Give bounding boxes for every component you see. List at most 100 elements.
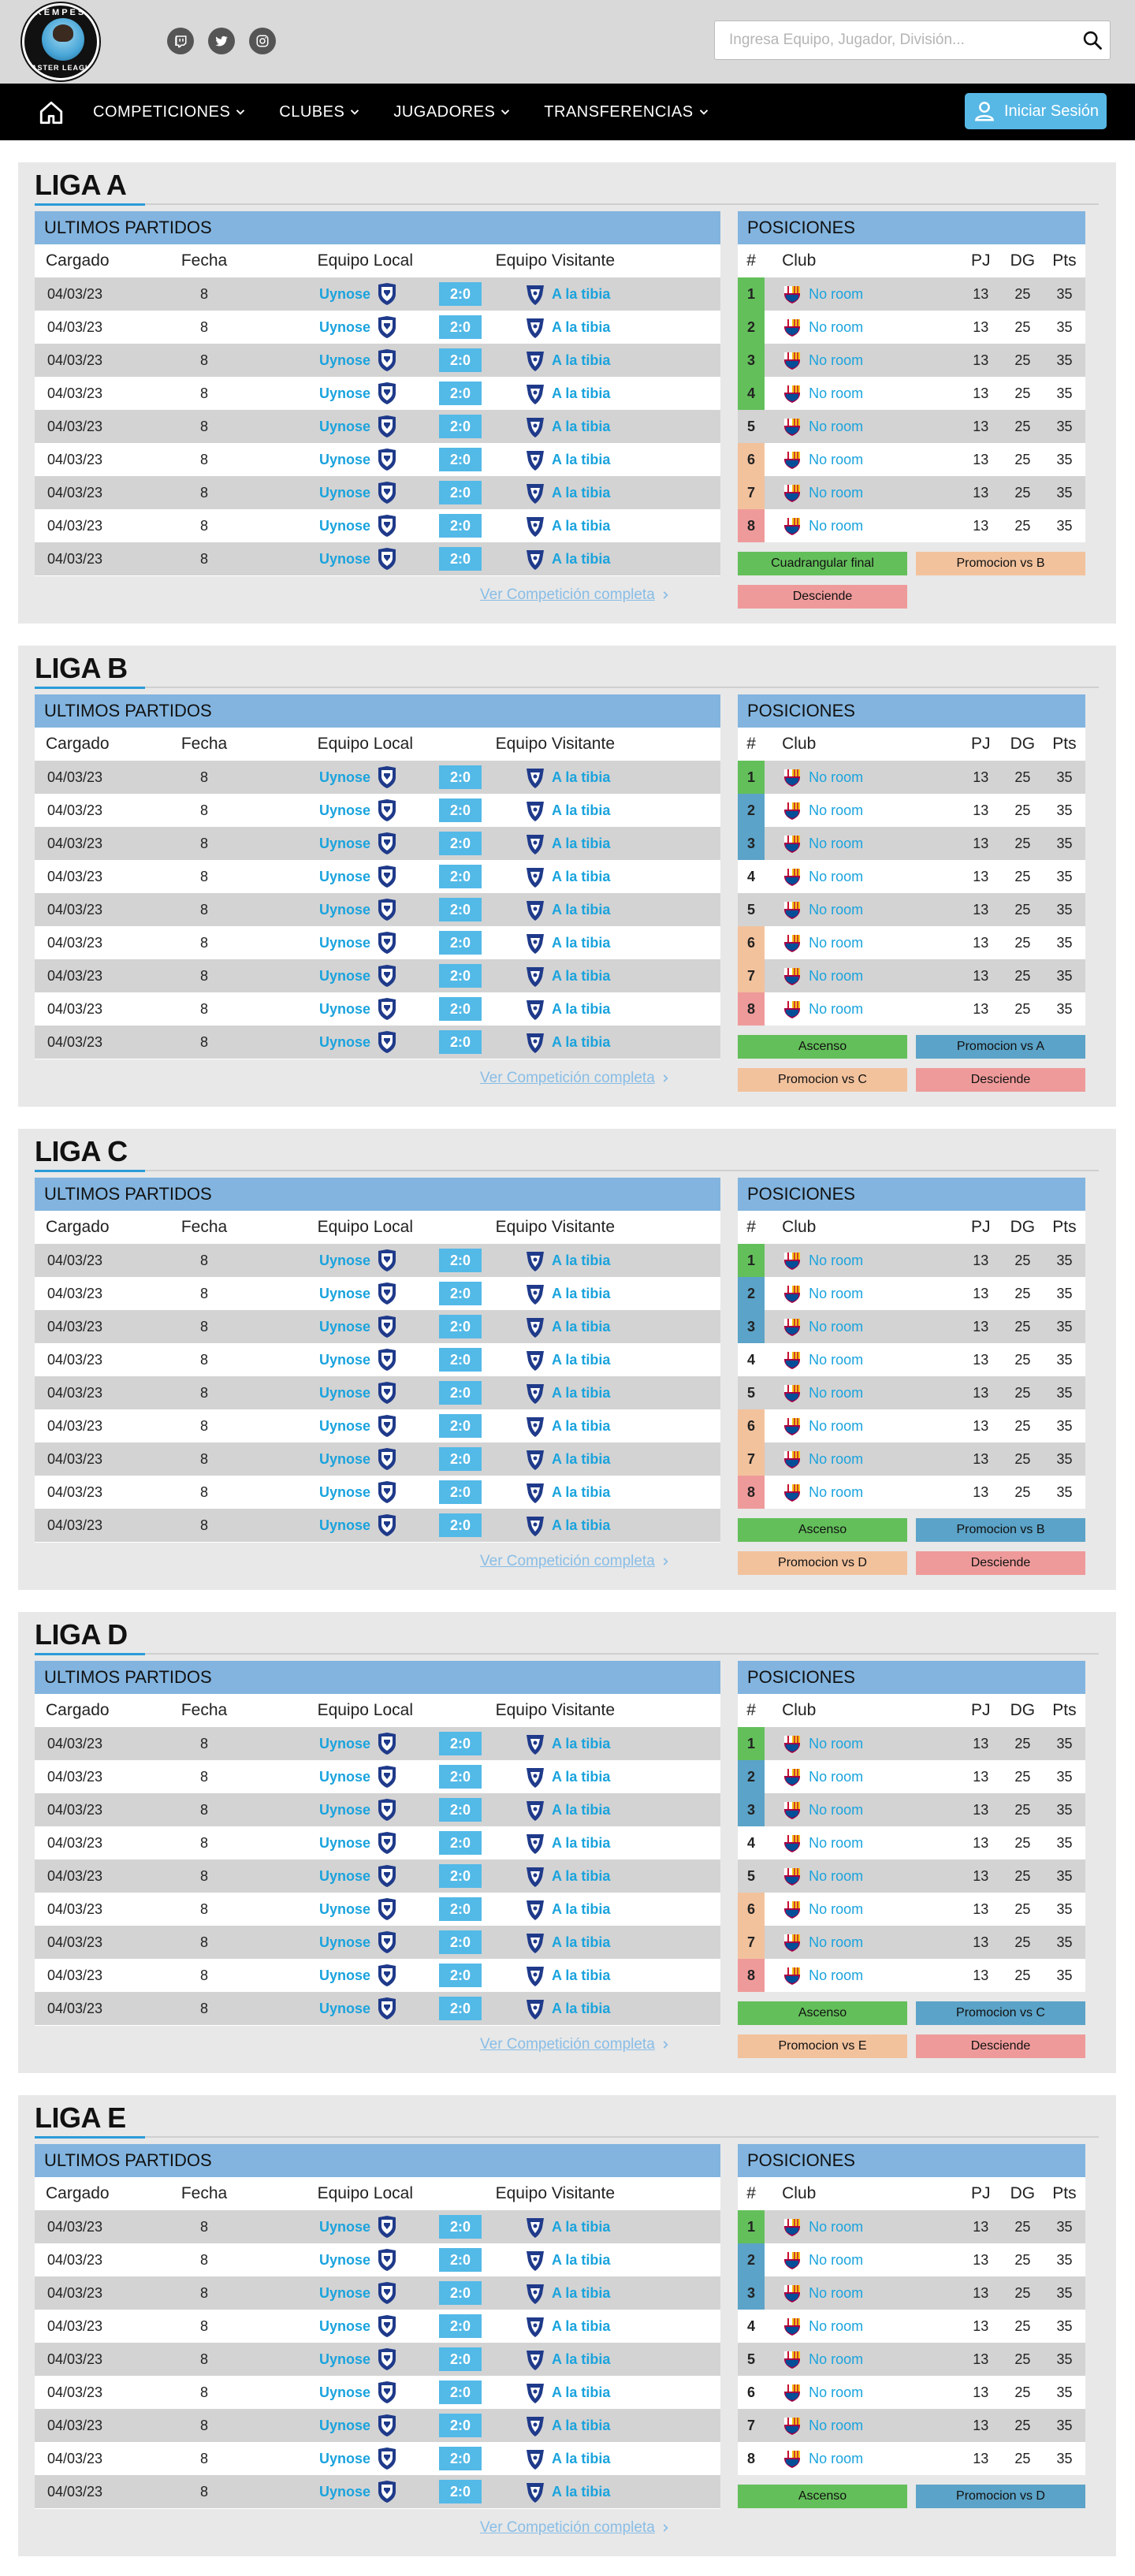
away-team[interactable]: A la tibia <box>523 1513 720 1537</box>
twitter-icon[interactable] <box>208 28 235 54</box>
match-row[interactable]: 04/03/23 8 Uynose 2:0 A la tibia <box>35 1476 720 1509</box>
club-cell[interactable]: No room <box>765 899 960 920</box>
standing-row[interactable]: 7 No room 13 25 35 <box>738 2409 1085 2442</box>
club-cell[interactable]: No room <box>765 1866 960 1886</box>
standing-row[interactable]: 8 No room 13 25 35 <box>738 992 1085 1026</box>
away-team[interactable]: A la tibia <box>523 2447 720 2470</box>
standing-row[interactable]: 4 No room 13 25 35 <box>738 860 1085 893</box>
match-score[interactable]: 2:0 <box>439 2480 482 2503</box>
match-score[interactable]: 2:0 <box>439 2314 482 2338</box>
club-cell[interactable]: No room <box>765 767 960 787</box>
club-cell[interactable]: No room <box>765 1766 960 1787</box>
away-team[interactable]: A la tibia <box>523 832 720 855</box>
match-score[interactable]: 2:0 <box>439 1414 482 1438</box>
standing-row[interactable]: 4 No room 13 25 35 <box>738 1826 1085 1859</box>
home-team[interactable]: Uynose <box>240 1964 397 1987</box>
standing-row[interactable]: 1 No room 13 25 35 <box>738 761 1085 794</box>
standing-row[interactable]: 2 No room 13 25 35 <box>738 311 1085 344</box>
match-row[interactable]: 04/03/23 8 Uynose 2:0 A la tibia <box>35 2409 720 2442</box>
match-score[interactable]: 2:0 <box>439 898 482 921</box>
match-row[interactable]: 04/03/23 8 Uynose 2:0 A la tibia <box>35 1992 720 2025</box>
match-score[interactable]: 2:0 <box>439 1997 482 2020</box>
match-row[interactable]: 04/03/23 8 Uynose 2:0 A la tibia <box>35 311 720 344</box>
home-team[interactable]: Uynose <box>240 1348 397 1372</box>
club-cell[interactable]: No room <box>765 999 960 1019</box>
standing-row[interactable]: 6 No room 13 25 35 <box>738 2376 1085 2409</box>
match-score[interactable]: 2:0 <box>439 514 482 538</box>
match-score[interactable]: 2:0 <box>439 1732 482 1755</box>
away-team[interactable]: A la tibia <box>523 1030 720 1054</box>
standing-row[interactable]: 3 No room 13 25 35 <box>738 2276 1085 2310</box>
match-row[interactable]: 04/03/23 8 Uynose 2:0 A la tibia <box>35 1826 720 1859</box>
match-row[interactable]: 04/03/23 8 Uynose 2:0 A la tibia <box>35 992 720 1026</box>
standing-row[interactable]: 5 No room 13 25 35 <box>738 1376 1085 1409</box>
home-team[interactable]: Uynose <box>240 1030 397 1054</box>
match-row[interactable]: 04/03/23 8 Uynose 2:0 A la tibia <box>35 827 720 860</box>
standing-row[interactable]: 7 No room 13 25 35 <box>738 959 1085 992</box>
away-team[interactable]: A la tibia <box>523 2347 720 2371</box>
match-row[interactable]: 04/03/23 8 Uynose 2:0 A la tibia <box>35 2210 720 2243</box>
away-team[interactable]: A la tibia <box>523 2314 720 2338</box>
match-row[interactable]: 04/03/23 8 Uynose 2:0 A la tibia <box>35 2343 720 2376</box>
nav-item-clubes[interactable]: CLUBES <box>279 103 362 121</box>
standing-row[interactable]: 1 No room 13 25 35 <box>738 1727 1085 1760</box>
match-row[interactable]: 04/03/23 8 Uynose 2:0 A la tibia <box>35 1727 720 1760</box>
see-full-competition-link[interactable]: Ver Competición completa <box>480 2036 671 2053</box>
home-team[interactable]: Uynose <box>240 1315 397 1338</box>
match-score[interactable]: 2:0 <box>439 2381 482 2404</box>
away-team[interactable]: A la tibia <box>523 1381 720 1405</box>
away-team[interactable]: A la tibia <box>523 1897 720 1921</box>
login-button[interactable]: Iniciar Sesión <box>965 93 1107 129</box>
away-team[interactable]: A la tibia <box>523 282 720 306</box>
standing-row[interactable]: 6 No room 13 25 35 <box>738 443 1085 476</box>
standing-row[interactable]: 1 No room 13 25 35 <box>738 277 1085 311</box>
away-team[interactable]: A la tibia <box>523 1348 720 1372</box>
match-score[interactable]: 2:0 <box>439 865 482 888</box>
home-team[interactable]: Uynose <box>240 1282 397 1305</box>
standing-row[interactable]: 6 No room 13 25 35 <box>738 926 1085 959</box>
match-row[interactable]: 04/03/23 8 Uynose 2:0 A la tibia <box>35 1509 720 1542</box>
home-team[interactable]: Uynose <box>240 2314 397 2338</box>
club-cell[interactable]: No room <box>765 383 960 404</box>
home-team[interactable]: Uynose <box>240 1930 397 1954</box>
club-cell[interactable]: No room <box>765 2250 960 2270</box>
away-team[interactable]: A la tibia <box>523 1964 720 1987</box>
match-row[interactable]: 04/03/23 8 Uynose 2:0 A la tibia <box>35 1343 720 1376</box>
club-cell[interactable]: No room <box>765 800 960 821</box>
away-team[interactable]: A la tibia <box>523 1447 720 1471</box>
standing-row[interactable]: 8 No room 13 25 35 <box>738 509 1085 542</box>
club-cell[interactable]: No room <box>765 1833 960 1853</box>
match-row[interactable]: 04/03/23 8 Uynose 2:0 A la tibia <box>35 1793 720 1826</box>
match-score[interactable]: 2:0 <box>439 481 482 504</box>
see-full-competition-link[interactable]: Ver Competición completa <box>480 1070 671 1087</box>
standing-row[interactable]: 1 No room 13 25 35 <box>738 2210 1085 2243</box>
match-row[interactable]: 04/03/23 8 Uynose 2:0 A la tibia <box>35 761 720 794</box>
away-team[interactable]: A la tibia <box>523 382 720 405</box>
home-team[interactable]: Uynose <box>240 931 397 955</box>
home-team[interactable]: Uynose <box>240 1864 397 1888</box>
club-cell[interactable]: No room <box>765 284 960 304</box>
away-team[interactable]: A la tibia <box>523 1414 720 1438</box>
home-team[interactable]: Uynose <box>240 2347 397 2371</box>
home-team[interactable]: Uynose <box>240 1381 397 1405</box>
away-team[interactable]: A la tibia <box>523 1864 720 1888</box>
match-score[interactable]: 2:0 <box>439 1964 482 1987</box>
match-row[interactable]: 04/03/23 8 Uynose 2:0 A la tibia <box>35 277 720 311</box>
home-team[interactable]: Uynose <box>240 1897 397 1921</box>
standing-row[interactable]: 3 No room 13 25 35 <box>738 344 1085 377</box>
home-team[interactable]: Uynose <box>240 1997 397 2020</box>
standing-row[interactable]: 6 No room 13 25 35 <box>738 1409 1085 1442</box>
club-cell[interactable]: No room <box>765 2448 960 2469</box>
home-team[interactable]: Uynose <box>240 1732 397 1755</box>
standing-row[interactable]: 2 No room 13 25 35 <box>738 1760 1085 1793</box>
match-score[interactable]: 2:0 <box>439 1897 482 1921</box>
standing-row[interactable]: 3 No room 13 25 35 <box>738 1310 1085 1343</box>
home-icon[interactable] <box>38 99 65 126</box>
match-row[interactable]: 04/03/23 8 Uynose 2:0 A la tibia <box>35 860 720 893</box>
home-team[interactable]: Uynose <box>240 2480 397 2503</box>
club-cell[interactable]: No room <box>765 350 960 370</box>
match-row[interactable]: 04/03/23 8 Uynose 2:0 A la tibia <box>35 542 720 575</box>
standing-row[interactable]: 3 No room 13 25 35 <box>738 1793 1085 1826</box>
match-row[interactable]: 04/03/23 8 Uynose 2:0 A la tibia <box>35 1310 720 1343</box>
match-row[interactable]: 04/03/23 8 Uynose 2:0 A la tibia <box>35 2475 720 2508</box>
